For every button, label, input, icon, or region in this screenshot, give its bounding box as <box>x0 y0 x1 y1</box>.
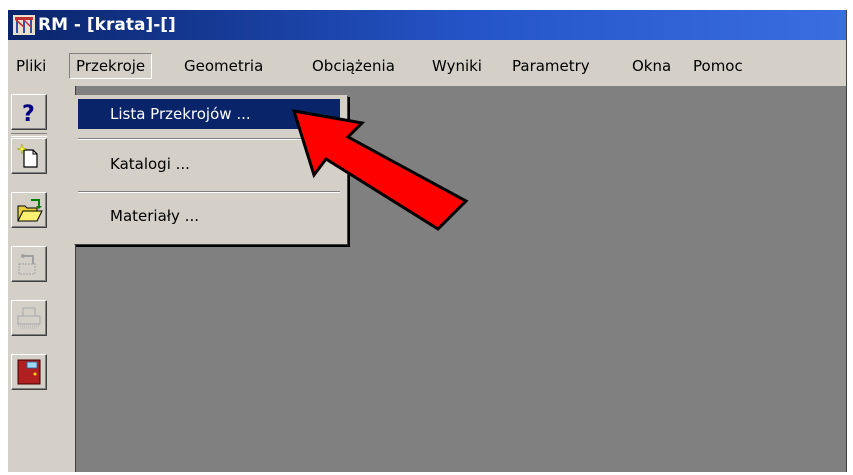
disabled-tool-button[interactable] <box>11 246 47 282</box>
menu-pomoc[interactable]: Pomoc <box>689 56 747 76</box>
menu-przekroje[interactable]: Przekroje <box>69 53 153 79</box>
menu-obciazenia[interactable]: Obciążenia <box>308 56 399 76</box>
red-pointer-arrow-icon <box>291 109 469 231</box>
exit-door-icon <box>17 359 41 385</box>
menu-parametry[interactable]: Parametry <box>508 56 594 76</box>
toolbar-separator <box>11 133 47 137</box>
menu-bar: Pliki Przekroje Geometria Obciążenia Wyn… <box>8 40 846 86</box>
exit-button[interactable] <box>11 354 47 390</box>
disabled-tool-icon <box>18 254 36 275</box>
app-window: RM - [krata]-[] Pliki Przekroje Geometri… <box>8 10 847 472</box>
new-file-button[interactable] <box>11 138 47 174</box>
menu-geometria[interactable]: Geometria <box>180 56 267 76</box>
menu-item-label: Katalogi ... <box>110 155 190 173</box>
help-button[interactable]: ? <box>11 94 47 130</box>
open-folder-icon <box>17 199 43 222</box>
vertical-toolbar: ? <box>8 86 76 472</box>
menu-pliki[interactable]: Pliki <box>12 56 50 76</box>
menu-wyniki[interactable]: Wyniki <box>428 56 486 76</box>
window-title: RM - [krata]-[] <box>38 15 176 35</box>
menu-okna[interactable]: Okna <box>628 56 675 76</box>
open-folder-button[interactable] <box>11 192 47 228</box>
help-icon: ? <box>22 102 35 126</box>
svg-text:?: ? <box>22 102 35 126</box>
disabled-print-icon <box>17 307 41 329</box>
disabled-print-button[interactable] <box>11 300 47 336</box>
menu-item-label: Materiały ... <box>110 207 199 225</box>
menu-item-label: Lista Przekrojów ... <box>110 105 251 123</box>
app-icon <box>13 15 35 35</box>
new-file-icon <box>16 143 38 168</box>
title-bar[interactable]: RM - [krata]-[] <box>8 10 846 40</box>
